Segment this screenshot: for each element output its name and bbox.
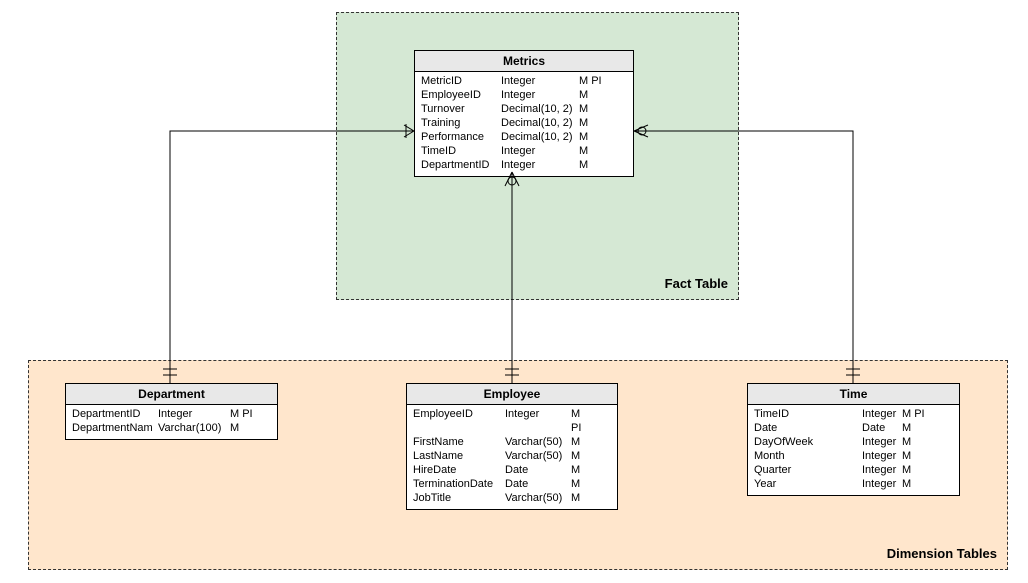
col-name: Date bbox=[754, 421, 862, 435]
entity-row: TerminationDateDateM bbox=[413, 477, 611, 491]
entity-row: MetricIDIntegerM PI bbox=[421, 74, 627, 88]
col-type: Date bbox=[862, 421, 902, 435]
col-type: Integer bbox=[862, 449, 902, 463]
col-type: Decimal(10, 2) bbox=[501, 102, 579, 116]
col-type: Integer bbox=[501, 144, 579, 158]
col-flags: M PI bbox=[902, 407, 934, 421]
col-name: DepartmentNam bbox=[72, 421, 158, 435]
entity-row: FirstNameVarchar(50)M bbox=[413, 435, 611, 449]
entity-row: DepartmentNamVarchar(100)M bbox=[72, 421, 271, 435]
col-flags: M bbox=[579, 116, 609, 130]
col-flags: M bbox=[902, 435, 934, 449]
entity-metrics: Metrics MetricIDIntegerM PIEmployeeIDInt… bbox=[414, 50, 634, 177]
col-flags: M PI bbox=[579, 74, 609, 88]
entity-row: EmployeeIDIntegerM bbox=[421, 88, 627, 102]
col-name: FirstName bbox=[413, 435, 505, 449]
entity-row: HireDateDateM bbox=[413, 463, 611, 477]
col-flags: M PI bbox=[571, 407, 593, 435]
col-type: Integer bbox=[501, 88, 579, 102]
entity-time: Time TimeIDIntegerM PIDateDateMDayOfWeek… bbox=[747, 383, 960, 496]
col-flags: M bbox=[579, 130, 609, 144]
col-flags: M bbox=[579, 88, 609, 102]
col-type: Integer bbox=[501, 74, 579, 88]
entity-row: TimeIDIntegerM PI bbox=[754, 407, 953, 421]
col-flags: M bbox=[902, 449, 934, 463]
entity-employee-body: EmployeeIDIntegerM PIFirstNameVarchar(50… bbox=[407, 405, 617, 509]
dim-label: Dimension Tables bbox=[887, 546, 997, 561]
col-type: Varchar(100) bbox=[158, 421, 230, 435]
col-name: EmployeeID bbox=[413, 407, 505, 435]
entity-metrics-body: MetricIDIntegerM PIEmployeeIDIntegerMTur… bbox=[415, 72, 633, 176]
col-type: Integer bbox=[505, 407, 571, 435]
entity-time-title: Time bbox=[748, 384, 959, 405]
col-name: Turnover bbox=[421, 102, 501, 116]
entity-row: DateDateM bbox=[754, 421, 953, 435]
entity-row: LastNameVarchar(50)M bbox=[413, 449, 611, 463]
entity-employee: Employee EmployeeIDIntegerM PIFirstNameV… bbox=[406, 383, 618, 510]
entity-row: QuarterIntegerM bbox=[754, 463, 953, 477]
entity-department: Department DepartmentIDIntegerM PIDepart… bbox=[65, 383, 278, 440]
col-name: DepartmentID bbox=[72, 407, 158, 421]
col-flags: M bbox=[571, 449, 593, 463]
entity-row: EmployeeIDIntegerM PI bbox=[413, 407, 611, 435]
col-type: Integer bbox=[862, 407, 902, 421]
entity-row: YearIntegerM bbox=[754, 477, 953, 491]
fact-label: Fact Table bbox=[665, 276, 728, 291]
col-type: Decimal(10, 2) bbox=[501, 116, 579, 130]
col-flags: M bbox=[902, 477, 934, 491]
col-flags: M bbox=[230, 421, 262, 435]
entity-row: TimeIDIntegerM bbox=[421, 144, 627, 158]
col-flags: M bbox=[571, 435, 593, 449]
col-name: HireDate bbox=[413, 463, 505, 477]
col-name: Month bbox=[754, 449, 862, 463]
entity-row: DepartmentIDIntegerM PI bbox=[72, 407, 271, 421]
col-name: TerminationDate bbox=[413, 477, 505, 491]
col-flags: M bbox=[579, 102, 609, 116]
col-name: JobTitle bbox=[413, 491, 505, 505]
col-name: EmployeeID bbox=[421, 88, 501, 102]
col-name: TimeID bbox=[754, 407, 862, 421]
entity-row: TurnoverDecimal(10, 2)M bbox=[421, 102, 627, 116]
col-flags: M bbox=[579, 158, 609, 172]
entity-row: DepartmentIDIntegerM bbox=[421, 158, 627, 172]
entity-row: PerformanceDecimal(10, 2)M bbox=[421, 130, 627, 144]
entity-row: TrainingDecimal(10, 2)M bbox=[421, 116, 627, 130]
col-flags: M bbox=[579, 144, 609, 158]
col-type: Decimal(10, 2) bbox=[501, 130, 579, 144]
col-type: Integer bbox=[862, 435, 902, 449]
entity-metrics-title: Metrics bbox=[415, 51, 633, 72]
entity-row: MonthIntegerM bbox=[754, 449, 953, 463]
entity-row: DayOfWeekIntegerM bbox=[754, 435, 953, 449]
col-name: DepartmentID bbox=[421, 158, 501, 172]
col-name: TimeID bbox=[421, 144, 501, 158]
col-name: LastName bbox=[413, 449, 505, 463]
entity-department-title: Department bbox=[66, 384, 277, 405]
col-name: Performance bbox=[421, 130, 501, 144]
col-name: DayOfWeek bbox=[754, 435, 862, 449]
col-type: Varchar(50) bbox=[505, 449, 571, 463]
col-flags: M bbox=[571, 463, 593, 477]
col-name: Quarter bbox=[754, 463, 862, 477]
col-type: Date bbox=[505, 463, 571, 477]
entity-time-body: TimeIDIntegerM PIDateDateMDayOfWeekInteg… bbox=[748, 405, 959, 495]
col-type: Date bbox=[505, 477, 571, 491]
col-type: Varchar(50) bbox=[505, 491, 571, 505]
col-flags: M bbox=[902, 421, 934, 435]
col-type: Varchar(50) bbox=[505, 435, 571, 449]
col-name: MetricID bbox=[421, 74, 501, 88]
col-type: Integer bbox=[862, 463, 902, 477]
col-flags: M bbox=[902, 463, 934, 477]
col-name: Year bbox=[754, 477, 862, 491]
entity-department-body: DepartmentIDIntegerM PIDepartmentNamVarc… bbox=[66, 405, 277, 439]
col-type: Integer bbox=[501, 158, 579, 172]
entity-employee-title: Employee bbox=[407, 384, 617, 405]
col-flags: M PI bbox=[230, 407, 262, 421]
entity-row: JobTitleVarchar(50)M bbox=[413, 491, 611, 505]
col-flags: M bbox=[571, 477, 593, 491]
col-flags: M bbox=[571, 491, 593, 505]
col-type: Integer bbox=[158, 407, 230, 421]
col-name: Training bbox=[421, 116, 501, 130]
col-type: Integer bbox=[862, 477, 902, 491]
